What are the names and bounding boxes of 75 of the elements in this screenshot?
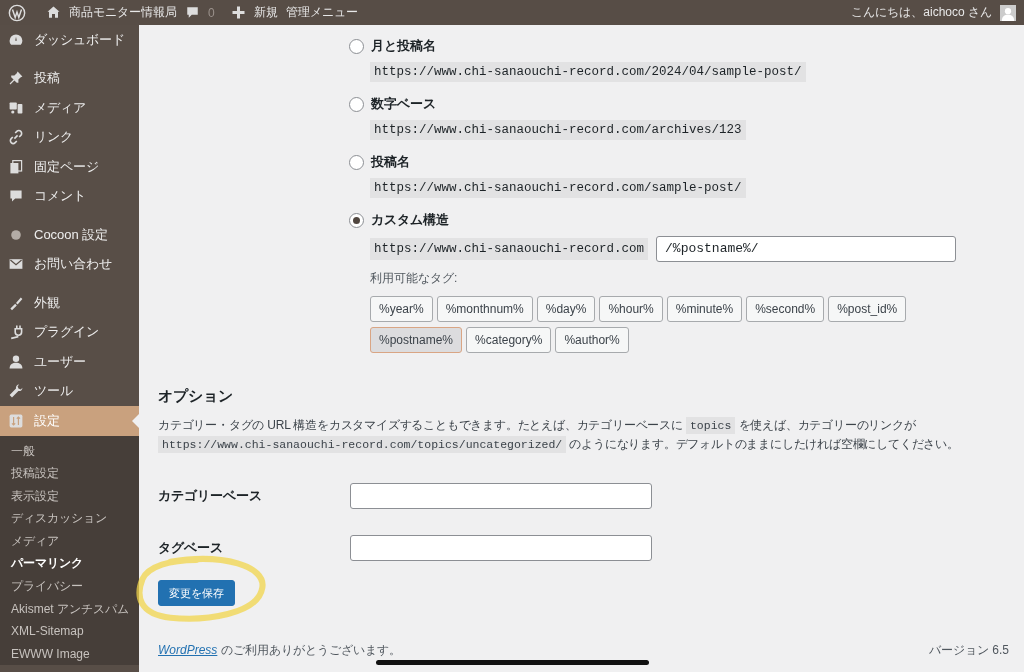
options-description: カテゴリー・タグの URL 構造をカスタマイズすることもできます。たとえば、カテゴリーベースに topics を使えば、カテゴリーのリンクが https://www.chi-sanaouchi-record.com/topics/uncategorized/ のようになります。デフォルトのままにしたければ空欄にしてください。 <box>158 416 960 454</box>
submenu-item[interactable]: プライバシー <box>0 575 139 598</box>
option-label: カスタム構造 <box>371 211 449 229</box>
sidebar-item[interactable]: プラグイン <box>0 317 139 347</box>
submenu-item[interactable]: メディア <box>0 529 139 553</box>
new-link[interactable]: 新規 <box>253 4 278 21</box>
radio-button[interactable] <box>349 212 364 228</box>
radio-button[interactable] <box>349 96 364 112</box>
submenu-item[interactable]: XML-Sitemap <box>0 620 139 643</box>
field-label: カテゴリーベース <box>158 487 263 505</box>
media-icon <box>8 99 24 116</box>
pages-icon <box>8 158 24 175</box>
field-label: タグベース <box>158 539 224 557</box>
sidebar-item[interactable]: 外観 <box>0 288 139 318</box>
submenu-item[interactable]: ディスカッション <box>0 507 139 530</box>
submenu-item[interactable]: 一般 <box>0 439 139 463</box>
sidebar-item[interactable]: ユーザー <box>0 347 139 377</box>
submenu-item[interactable]: EWWW Image <box>0 642 139 666</box>
tag-button[interactable]: %day% <box>536 296 596 322</box>
avatar-icon[interactable] <box>1000 4 1016 21</box>
plug-icon <box>8 324 24 341</box>
example-url: https://www.chi-sanaouchi-record.com/archives/123 <box>370 120 746 140</box>
submenu-item[interactable]: 投稿設定 <box>0 462 139 485</box>
sidebar-item[interactable]: ツール <box>0 376 139 406</box>
sidebar-item[interactable]: Cocoon 設定 <box>0 220 139 250</box>
submenu-item[interactable]: 表示設定 <box>0 484 139 508</box>
sliders-icon <box>8 412 24 429</box>
user-icon <box>8 353 24 370</box>
home-icon <box>46 5 61 20</box>
tag-button[interactable]: %author% <box>555 327 629 353</box>
tag-button[interactable]: %year% <box>370 296 433 322</box>
input-field[interactable] <box>350 483 652 509</box>
radio-button[interactable] <box>349 154 364 170</box>
submenu-item[interactable]: Akismet アンチスパム <box>0 597 139 621</box>
comment-count: 0 <box>208 5 215 20</box>
greeting-link[interactable]: こんにちは、aichoco さん <box>851 4 992 21</box>
radio-button[interactable] <box>349 38 364 54</box>
sidebar-item[interactable]: リンク <box>0 122 139 152</box>
wordpress-logo-icon[interactable] <box>8 3 26 22</box>
wordpress-link[interactable]: WordPress <box>158 643 218 657</box>
version-text: バージョン 6.5 <box>929 642 1009 659</box>
pin-icon <box>8 70 24 87</box>
option-label: 月と投稿名 <box>371 37 436 55</box>
admin-menu-link[interactable]: 管理メニュー <box>285 4 358 21</box>
site-name-link[interactable]: 商品モニター情報局 <box>69 4 177 21</box>
tags-label: 利用可能なタグ: <box>370 270 459 287</box>
structure-input[interactable]: /%postname%/ <box>656 236 957 262</box>
sidebar-item[interactable]: メディア <box>0 93 139 123</box>
link-icon <box>8 129 24 146</box>
tag-button[interactable]: %hour% <box>599 296 663 322</box>
sidebar-item[interactable]: 固定ページ <box>0 152 139 182</box>
tag-button[interactable]: %category% <box>466 327 552 353</box>
save-button[interactable]: 変更を保存 <box>158 580 235 606</box>
tag-button[interactable]: %postname% <box>370 327 463 353</box>
options-heading: オプション <box>158 387 234 406</box>
url-prefix: https://www.chi-sanaouchi-record.com <box>370 238 649 260</box>
plus-icon[interactable] <box>230 5 246 20</box>
tag-button[interactable]: %monthnum% <box>436 296 533 322</box>
tag-button[interactable]: %post_id% <box>828 296 907 322</box>
example-url: https://www.chi-sanaouchi-record.com/sample-post/ <box>370 178 746 198</box>
sidebar-item[interactable]: ダッシュボード <box>0 25 139 55</box>
tag-button[interactable]: %second% <box>746 296 825 322</box>
submenu-item[interactable]: パーマリンク <box>0 552 139 576</box>
comment-icon[interactable] <box>185 5 200 20</box>
input-field[interactable] <box>350 535 652 561</box>
option-label: 投稿名 <box>371 153 410 171</box>
sidebar-item[interactable]: お問い合わせ <box>0 249 139 279</box>
sidebar-item[interactable]: 投稿 <box>0 63 139 93</box>
sidebar-item[interactable]: コメント <box>0 181 139 211</box>
footer-text: WordPress のご利用ありがとうございます。 <box>158 642 401 659</box>
option-label: 数字ベース <box>371 95 436 113</box>
example-url: https://www.chi-sanaouchi-record.com/2024/04/sample-post/ <box>370 62 806 82</box>
gauge-icon <box>8 31 24 48</box>
tag-button[interactable]: %minute% <box>666 296 743 322</box>
wrench-icon <box>8 383 24 400</box>
